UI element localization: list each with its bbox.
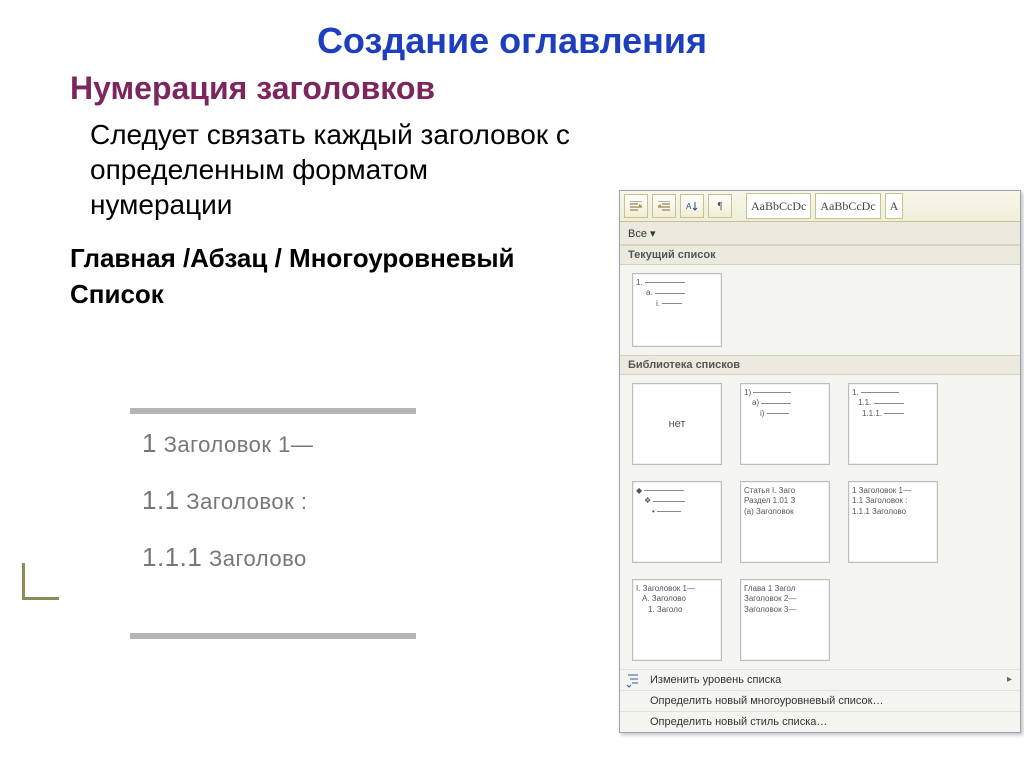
- thumb-roman-heading[interactable]: I. Заголовок 1— A. Заголово 1. Заголо: [632, 579, 722, 661]
- menu-define-style-label: Определить новый стиль списка…: [650, 716, 827, 728]
- slide: Создание оглавления Нумерация заголовков…: [0, 0, 1024, 767]
- sample-row-2: 1.1 Заголовок :: [142, 485, 404, 516]
- library-row-3: I. Заголовок 1— A. Заголово 1. Заголо Гл…: [620, 571, 1020, 669]
- indent-increase-icon[interactable]: [652, 194, 676, 218]
- section-list-library: Библиотека списков: [620, 355, 1020, 375]
- thumb-none[interactable]: нет: [632, 383, 722, 465]
- sample-num-1: 1: [142, 428, 157, 458]
- current-row: 1. a. i.: [620, 265, 1020, 355]
- thumb-current-1[interactable]: 1. a. i.: [632, 273, 722, 347]
- tab-all-label: Все ▾: [628, 227, 656, 240]
- menu-path: Главная /Абзац / Многоуровневый Список: [70, 240, 550, 313]
- ribbon-strip: AZ ¶ AaBbCcDc AaBbCcDc A: [620, 191, 1020, 222]
- menu-define-new-multilevel[interactable]: Определить новый многоуровневый список…: [620, 690, 1020, 711]
- style-normal[interactable]: AaBbCcDc: [746, 193, 811, 219]
- indent-decrease-icon[interactable]: [624, 194, 648, 218]
- thumb-article[interactable]: Статья I. Заго Раздел 1.01 З (a) Заголов…: [740, 481, 830, 563]
- style-heading1[interactable]: A: [885, 193, 904, 219]
- menu-define-new-list-style[interactable]: Определить новый стиль списка…: [620, 711, 1020, 732]
- thumb-chapter[interactable]: Глава 1 Загол Заголовок 2— Заголовок 3—: [740, 579, 830, 661]
- tab-all[interactable]: Все ▾: [620, 222, 1020, 245]
- sample-num-2: 1.1: [142, 485, 180, 515]
- pilcrow-icon[interactable]: ¶: [708, 194, 732, 218]
- thumb-decimal[interactable]: 1. 1.1. 1.1.1.: [848, 383, 938, 465]
- library-row-2: ◆ ❖ • Статья I. Заго Раздел 1.01 З (a) З…: [620, 473, 1020, 571]
- sample-num-3: 1.1.1: [142, 542, 202, 572]
- library-row-1: нет 1) a) i) 1. 1.1. 1.1.1.: [620, 375, 1020, 473]
- section-current-list: Текущий список: [620, 245, 1020, 265]
- sample-text-2: Заголовок :: [186, 489, 307, 514]
- menu-define-multilevel-label: Определить новый многоуровневый список…: [650, 695, 883, 707]
- sample-text-3: Заголово: [209, 546, 307, 571]
- slide-title: Создание оглавления: [0, 0, 1024, 62]
- decorative-corner: [22, 563, 59, 600]
- svg-text:A: A: [686, 202, 692, 211]
- thumb-paren[interactable]: 1) a) i): [740, 383, 830, 465]
- body-paragraph: Следует связать каждый заголовок с опред…: [90, 117, 570, 222]
- thumb-heading-decimal[interactable]: 1 Заголовок 1— 1.1 Заголовок : 1.1.1 Заг…: [848, 481, 938, 563]
- multilevel-list-dropdown: AZ ¶ AaBbCcDc AaBbCcDc A Все ▾ Текущий с…: [619, 190, 1021, 733]
- menu-change-list-level[interactable]: Изменить уровень списка: [620, 669, 1020, 690]
- style-nospacing[interactable]: AaBbCcDc: [815, 193, 880, 219]
- menu-change-level-label: Изменить уровень списка: [650, 674, 781, 686]
- thumb-bullets[interactable]: ◆ ❖ •: [632, 481, 722, 563]
- sample-text-1: Заголовок 1—: [164, 432, 314, 457]
- slide-subtitle: Нумерация заголовков: [70, 70, 1024, 107]
- sort-icon[interactable]: AZ: [680, 194, 704, 218]
- sample-row-3: 1.1.1 Заголово: [142, 542, 404, 573]
- heading-sample-box: 1 Заголовок 1— 1.1 Заголовок : 1.1.1 Заг…: [130, 408, 416, 639]
- change-level-icon: [626, 673, 642, 689]
- sample-row-1: 1 Заголовок 1—: [142, 428, 404, 459]
